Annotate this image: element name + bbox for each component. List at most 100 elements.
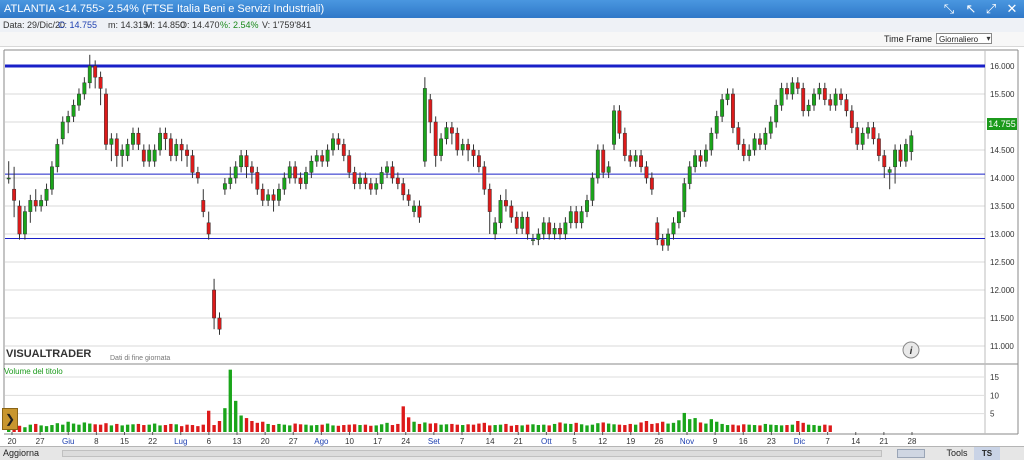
scrollbar-track[interactable] <box>62 450 882 457</box>
candle-body <box>168 138 173 156</box>
volume-bar <box>612 424 616 432</box>
candle-body <box>531 239 535 241</box>
close-icon[interactable]: ✕ <box>1001 0 1023 18</box>
volume-bar <box>790 424 795 432</box>
candle-body <box>828 99 833 106</box>
volume-bar <box>531 424 535 432</box>
candle-body <box>320 155 325 162</box>
scrollbar-thumb[interactable] <box>897 449 925 458</box>
quote-info-bar: Data: 29/Dic/20 C: 14.755 m: 14.315 M: 1… <box>0 18 1024 33</box>
volume-bar <box>520 425 524 432</box>
candle-body <box>428 99 433 123</box>
candle-body <box>12 188 17 201</box>
x-tick-label: 5 <box>572 437 577 446</box>
candle-body <box>455 132 460 151</box>
candle-body <box>152 149 157 162</box>
volume-bar <box>201 424 205 432</box>
x-tick-label: 8 <box>94 437 99 446</box>
candle-body <box>55 144 60 168</box>
timeframe-bar: Time Frame Giornaliero ▾ <box>0 32 1024 47</box>
candle-body <box>774 104 779 123</box>
candle-body <box>655 222 660 240</box>
volume-bar <box>444 424 449 432</box>
volume-bar <box>385 422 389 432</box>
volume-bar <box>190 425 195 432</box>
candle-body <box>17 205 22 235</box>
volume-bar <box>320 424 324 432</box>
ts-off-button[interactable]: TS OFF <box>974 447 1000 460</box>
volume-bars <box>7 369 832 432</box>
volume-bar <box>77 424 81 432</box>
tools-button[interactable]: Tools <box>944 447 970 460</box>
candle-body <box>536 233 541 240</box>
volume-bar <box>396 423 400 432</box>
price-tick-label: 13.500 <box>990 202 1015 211</box>
candle-body <box>887 169 892 173</box>
volume-bar <box>55 423 60 432</box>
volume-bar <box>196 426 200 432</box>
volume-bar <box>747 424 751 432</box>
volume-bar <box>515 425 519 432</box>
candle-body <box>720 99 725 117</box>
volume-bar <box>698 422 703 432</box>
candle-body <box>471 149 476 156</box>
timeframe-label: Time Frame <box>884 34 933 44</box>
candle-body <box>401 183 406 196</box>
x-tick-label: Nov <box>680 437 694 446</box>
volume-bar <box>623 425 627 432</box>
volume-bar <box>812 425 816 432</box>
resize-icon[interactable]: ⤢ <box>980 0 1002 18</box>
x-tick-label: 27 <box>36 437 45 446</box>
volume-bar <box>709 419 713 432</box>
candle-body <box>498 200 503 224</box>
candle-body <box>131 132 135 145</box>
candle-body <box>817 88 822 95</box>
candle-body <box>174 144 179 156</box>
volume-bar <box>688 419 692 432</box>
candle-body <box>352 172 357 184</box>
candle-body <box>368 183 373 190</box>
volume-bar <box>725 425 730 432</box>
volume-bar <box>677 420 681 432</box>
candle-body <box>379 172 384 184</box>
candle-body <box>385 166 389 173</box>
volume-bar <box>406 417 411 432</box>
candle-body <box>579 211 584 224</box>
candle-body <box>509 205 514 218</box>
watermark-subtitle: Dati di fine giornata <box>110 355 170 362</box>
candle-body <box>412 205 416 212</box>
candle-body <box>493 222 498 235</box>
volume-bar <box>401 406 405 432</box>
pointer-icon[interactable]: ↖ <box>960 0 982 18</box>
candle-body <box>731 93 735 128</box>
volume-bar <box>109 425 114 432</box>
volume-bar <box>66 421 70 432</box>
refresh-button[interactable]: Aggiorna <box>3 447 39 460</box>
chevron-down-icon[interactable]: ▾ <box>984 33 993 44</box>
x-tick-label: 27 <box>289 437 298 446</box>
volume-bar <box>250 421 254 432</box>
candle-body <box>585 200 589 212</box>
candle-body <box>849 110 854 128</box>
candle-body <box>676 211 681 224</box>
volume-bar <box>590 424 595 432</box>
candle-body <box>833 93 838 106</box>
candle-body <box>206 222 211 235</box>
volume-bar <box>558 422 562 432</box>
candlesticks <box>6 54 914 335</box>
volume-bar <box>358 425 362 432</box>
volume-bar <box>369 425 373 432</box>
candle-body <box>466 144 471 151</box>
price-tick-label: 16.000 <box>990 62 1015 71</box>
volume-bar <box>563 423 568 432</box>
candle-body <box>163 132 168 140</box>
info-icon[interactable]: i <box>902 341 920 359</box>
arrow-icon[interactable]: ⤡ <box>938 0 960 18</box>
side-panel-toggle[interactable]: ❯ <box>2 408 18 430</box>
candle-body <box>82 82 87 95</box>
chart-area: 11.000 11.500 12.000 12.500 13.000 13.500 14.0… <box>3 49 1019 446</box>
candle-body <box>898 149 903 162</box>
candle-body <box>33 200 38 207</box>
candle-body <box>822 88 827 100</box>
volume-bar <box>266 423 270 432</box>
